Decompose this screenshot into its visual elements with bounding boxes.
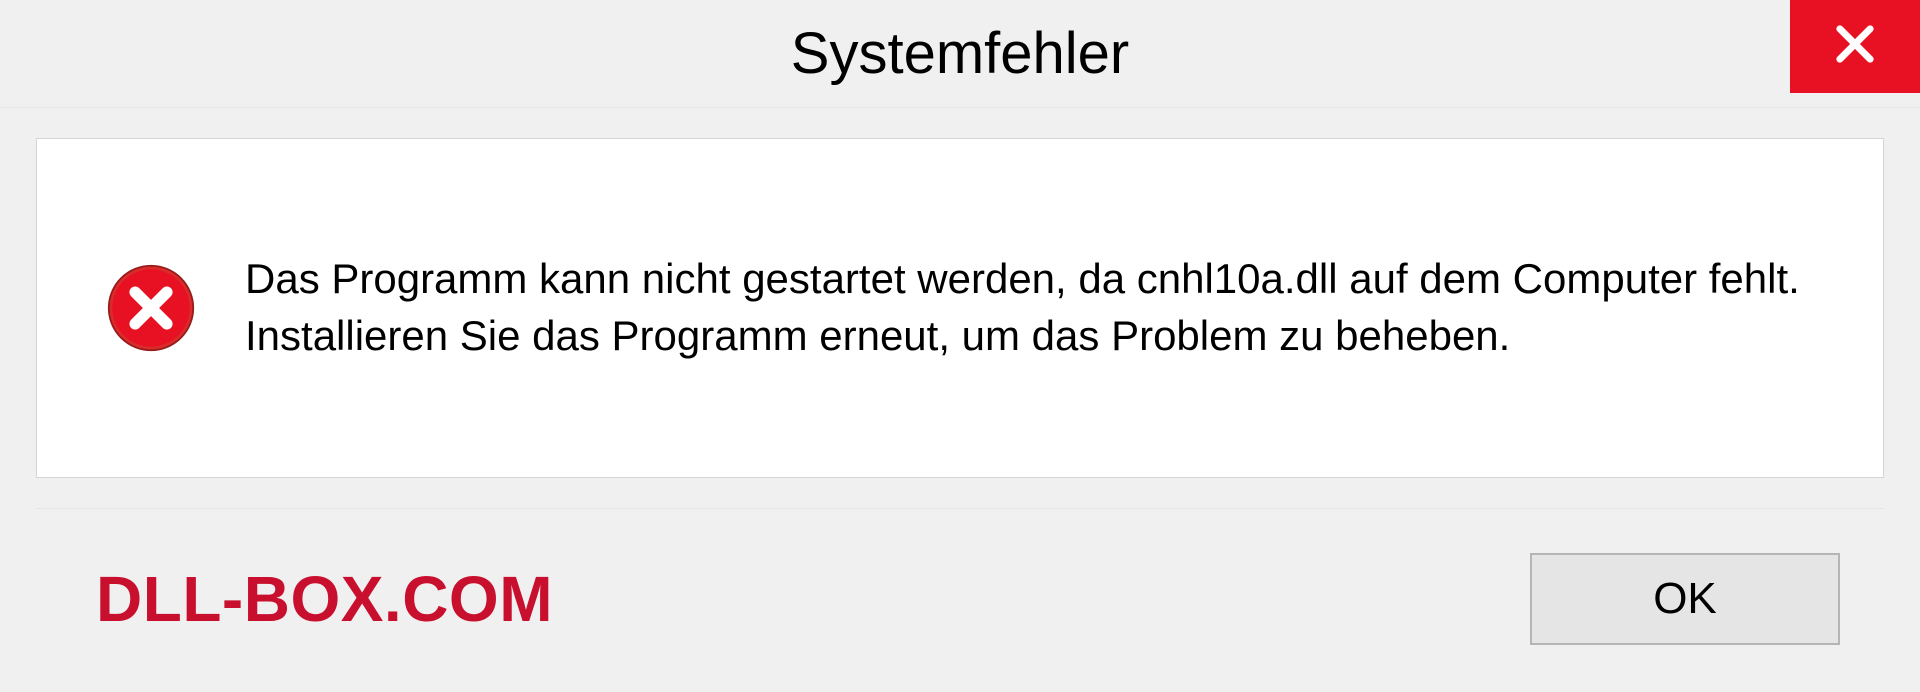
close-icon — [1829, 18, 1881, 75]
footer-area: DLL-BOX.COM OK — [36, 508, 1884, 688]
watermark-text: DLL-BOX.COM — [96, 562, 553, 636]
close-button[interactable] — [1790, 0, 1920, 93]
ok-button[interactable]: OK — [1530, 553, 1840, 645]
titlebar: Systemfehler — [0, 0, 1920, 108]
message-panel: Das Programm kann nicht gestartet werden… — [36, 138, 1884, 478]
error-message: Das Programm kann nicht gestartet werden… — [245, 251, 1823, 364]
error-icon — [107, 264, 195, 352]
content-area: Das Programm kann nicht gestartet werden… — [0, 108, 1920, 692]
error-dialog: Systemfehler Das Programm kann nicht ges… — [0, 0, 1920, 692]
dialog-title: Systemfehler — [791, 20, 1129, 87]
